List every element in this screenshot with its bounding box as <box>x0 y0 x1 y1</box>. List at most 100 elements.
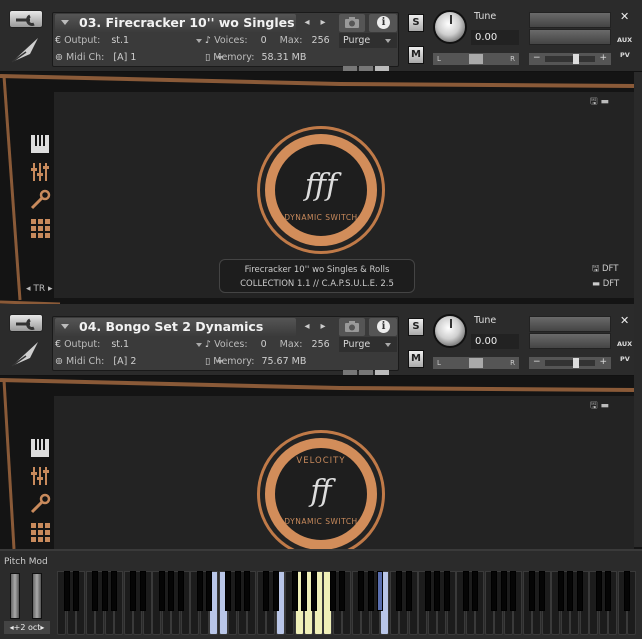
piano-black-key[interactable] <box>329 571 336 611</box>
chevron-down-icon[interactable] <box>61 324 69 329</box>
piano-black-key[interactable] <box>263 571 269 611</box>
tr-nav[interactable]: ◂ TR ▸ <box>26 284 53 294</box>
mod-wheel[interactable] <box>32 573 42 619</box>
output-value[interactable]: st.1 <box>111 339 129 350</box>
piano-black-key[interactable] <box>443 571 450 611</box>
dft-save-row[interactable]: 🖫 DFT <box>592 263 618 277</box>
piano-black-key[interactable] <box>111 571 117 611</box>
tr-label[interactable]: TR <box>33 284 45 294</box>
piano-black-key[interactable] <box>73 571 79 611</box>
volume-plus[interactable]: + <box>599 53 607 64</box>
volume-minus[interactable]: − <box>533 53 541 64</box>
piano-black-key[interactable] <box>576 571 583 611</box>
instrument-name-bar[interactable]: 03. Firecracker 10'' wo Singles & Rc <box>55 14 296 32</box>
info-button[interactable]: i <box>369 318 397 336</box>
dynamic-switch-dial[interactable]: fff DYNAMIC SWITCH <box>257 126 385 254</box>
wrench-icon[interactable] <box>9 10 43 28</box>
pan-handle[interactable] <box>469 358 483 368</box>
purge-label[interactable]: Purge <box>343 35 370 46</box>
info-button[interactable]: i <box>369 14 397 32</box>
purge-label[interactable]: Purge <box>343 339 370 350</box>
piano-black-key[interactable] <box>538 571 545 611</box>
mixer-sliders-icon[interactable] <box>28 464 56 492</box>
save-icon[interactable]: 🖫 <box>590 401 598 411</box>
piano-black-key[interactable] <box>396 571 402 611</box>
tune-knob[interactable] <box>433 314 467 348</box>
volume-minus[interactable]: − <box>533 357 541 368</box>
pan-slider[interactable]: L R <box>433 357 519 369</box>
piano-black-key[interactable] <box>63 571 70 611</box>
piano-black-key[interactable] <box>339 571 345 611</box>
dynamic-switch-dial[interactable]: VELOCITY ff DYNAMIC SWITCH <box>257 430 385 549</box>
piano-black-key[interactable] <box>472 571 478 611</box>
piano-black-key[interactable] <box>272 571 279 611</box>
next-arrow-icon[interactable]: ▸ <box>315 14 331 32</box>
purge-dropdown-icon[interactable] <box>385 342 392 347</box>
midi-value[interactable]: [A] 2 <box>113 356 136 367</box>
piano-black-key[interactable] <box>367 571 374 611</box>
piano-black-key[interactable] <box>567 571 573 611</box>
piano-black-key[interactable] <box>377 571 383 611</box>
mixer-sliders-icon[interactable] <box>28 160 56 188</box>
output-row[interactable]: € Output: st.1 <box>55 337 203 353</box>
instrument-name[interactable]: 03. Firecracker 10'' wo Singles & Rc <box>79 14 296 32</box>
piano-black-key[interactable] <box>624 571 630 611</box>
piano-black-key[interactable] <box>595 571 602 611</box>
max-value[interactable]: 256 <box>312 35 330 46</box>
camera-icon[interactable] <box>339 318 365 336</box>
wrench-icon[interactable] <box>9 314 43 332</box>
piano-black-key[interactable] <box>291 571 298 611</box>
piano-black-key[interactable] <box>196 571 203 611</box>
rack-scrollbar[interactable] <box>634 72 642 547</box>
output-dropdown-icon[interactable] <box>196 38 203 43</box>
dft-load-row[interactable]: ▬ DFT <box>592 279 619 289</box>
purge-dropdown[interactable]: Purge <box>339 337 397 352</box>
piano-black-key[interactable] <box>529 571 535 611</box>
pan-slider[interactable]: L R <box>433 53 519 65</box>
solo-button[interactable]: S <box>408 318 424 336</box>
piano-keyboard[interactable] <box>57 571 642 635</box>
folder-icon[interactable]: ▬ <box>601 97 610 107</box>
pitch-wheel[interactable] <box>10 573 20 619</box>
close-icon[interactable]: ✕ <box>620 10 629 23</box>
piano-black-key[interactable] <box>358 571 364 611</box>
purge-dropdown-icon[interactable] <box>385 38 392 43</box>
piano-black-key[interactable] <box>92 571 98 611</box>
chevron-down-icon[interactable] <box>61 20 69 25</box>
piano-keys-icon[interactable] <box>28 436 56 464</box>
tune-knob[interactable] <box>433 10 467 44</box>
piano-black-key[interactable] <box>234 571 241 611</box>
dft-label-1[interactable]: DFT <box>602 264 618 274</box>
folder-icon[interactable]: ▬ <box>601 401 610 411</box>
piano-black-key[interactable] <box>424 571 431 611</box>
volume-slider[interactable]: − + <box>529 357 611 369</box>
dft-label-2[interactable]: DFT <box>603 279 619 289</box>
piano-black-key[interactable] <box>491 571 497 611</box>
tune-value[interactable]: 0.00 <box>471 334 519 349</box>
purge-dropdown[interactable]: Purge <box>339 33 397 48</box>
midi-value[interactable]: [A] 1 <box>113 52 136 63</box>
mute-button[interactable]: M <box>408 46 424 64</box>
piano-black-key[interactable] <box>139 571 146 611</box>
pv-button[interactable]: PV <box>620 51 630 59</box>
prev-arrow-icon[interactable]: ◂ <box>299 318 315 336</box>
grid-icon[interactable] <box>28 520 56 548</box>
pv-button[interactable]: PV <box>620 355 630 363</box>
max-value[interactable]: 256 <box>312 339 330 350</box>
piano-black-key[interactable] <box>405 571 412 611</box>
piano-black-key[interactable] <box>244 571 250 611</box>
output-row[interactable]: € Output: st.1 <box>55 33 203 49</box>
piano-black-key[interactable] <box>500 571 507 611</box>
save-load-icons[interactable]: 🖫 ▬ <box>590 94 609 110</box>
info-icon[interactable]: i <box>377 16 390 29</box>
piano-black-key[interactable] <box>310 571 317 611</box>
volume-handle[interactable] <box>545 358 595 368</box>
piano-black-key[interactable] <box>510 571 516 611</box>
output-dropdown-icon[interactable] <box>196 342 203 347</box>
piano-black-key[interactable] <box>206 571 212 611</box>
piano-black-key[interactable] <box>301 571 307 611</box>
volume-slider[interactable]: − + <box>529 53 611 65</box>
piano-black-key[interactable] <box>225 571 231 611</box>
next-arrow-icon[interactable]: ▸ <box>315 318 331 336</box>
piano-black-key[interactable] <box>177 571 184 611</box>
